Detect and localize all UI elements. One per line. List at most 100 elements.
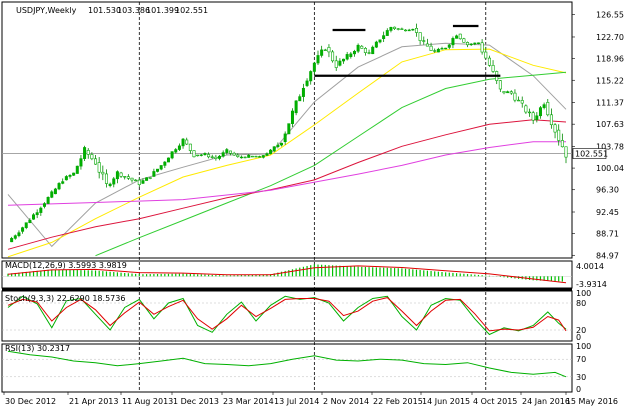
candle-body — [232, 152, 236, 156]
candle-body — [188, 143, 192, 151]
candle-body — [466, 42, 470, 46]
candle-body — [393, 26, 397, 29]
candle-body — [553, 124, 557, 133]
current-price-label: 102.551 — [575, 150, 608, 159]
candle-body — [469, 43, 473, 46]
candle-body — [429, 45, 433, 51]
candle-body — [455, 35, 459, 39]
candle-body — [352, 50, 356, 55]
annotation-lines — [314, 24, 501, 77]
candle-body — [331, 51, 335, 62]
candle-body — [170, 151, 174, 159]
price-tick-label: 107.63 — [596, 120, 624, 129]
rsi-tick-label: 100 — [576, 342, 591, 351]
candle-body — [166, 157, 170, 163]
candle-body — [363, 48, 367, 53]
candle-body — [218, 155, 222, 159]
candle-body — [185, 139, 189, 145]
candle-body — [316, 55, 320, 64]
chart-canvas: 126.55122.70118.96115.22111.37107.63103.… — [1, 1, 624, 406]
candle-body — [433, 50, 437, 52]
candle-body — [349, 53, 353, 57]
candle-body — [228, 150, 232, 154]
candle-body — [210, 156, 214, 158]
candle-body — [535, 115, 539, 121]
candle-body — [396, 28, 400, 30]
price-tick-label: 111.37 — [596, 99, 624, 108]
candle-body — [64, 176, 68, 181]
candle-body — [53, 188, 57, 195]
candle-body — [42, 203, 46, 207]
candle-body — [280, 142, 284, 146]
candle-body — [345, 54, 349, 60]
candle-body — [214, 156, 218, 159]
candle-body — [411, 28, 415, 31]
candle-body — [506, 91, 510, 94]
candle-body — [517, 99, 521, 102]
candle-body — [287, 123, 291, 135]
candle-body — [436, 48, 440, 53]
candle-body — [473, 42, 477, 45]
candle-body — [484, 51, 488, 59]
candle-body — [32, 214, 36, 220]
panel-frames — [1, 1, 573, 393]
chart-root: 126.55 122.70 118.96 115.22 111.37 107.63 103.… — [0, 0, 640, 412]
rsi-line — [7, 350, 567, 378]
price-tick-label: 88.71 — [596, 230, 619, 239]
candle-body — [130, 177, 134, 181]
moving-average-line — [7, 119, 567, 250]
rsi-panel-frame — [1, 343, 573, 393]
candle-body — [538, 107, 542, 117]
time-tick-label: 1 Dec 2013 — [173, 397, 219, 406]
price-tick-label: 96.30 — [596, 186, 619, 195]
candle-body — [163, 161, 167, 166]
candle-body — [152, 171, 156, 177]
candle-body — [309, 71, 313, 82]
candle-body — [83, 147, 87, 159]
candle-body — [108, 183, 112, 186]
price-tick-label: 100.04 — [596, 164, 624, 173]
price-tick-label: 92.45 — [596, 208, 619, 217]
candle-body — [21, 227, 25, 232]
chart-header: USDJPY,Weekly 101.530 103.386 101.399 10… — [16, 6, 208, 15]
candle-body — [123, 176, 127, 178]
candle-body — [261, 155, 265, 158]
candle-body — [447, 44, 451, 48]
candle-body — [298, 96, 302, 102]
candle-body — [480, 42, 484, 53]
candle-body — [458, 33, 462, 40]
macd-tick-label: -3.9314 — [576, 280, 607, 289]
candle-body — [400, 28, 404, 30]
candle-body — [404, 29, 408, 32]
candle-body — [174, 149, 178, 153]
candle-body — [283, 133, 287, 143]
candle-body — [141, 180, 145, 184]
candle-body — [254, 155, 258, 158]
close-value: 102.551 — [175, 6, 208, 15]
time-tick-label: 14 Jun 2015 — [422, 397, 470, 406]
time-tick-label: 30 Dec 2012 — [5, 397, 56, 406]
price-panel-frame — [1, 1, 573, 259]
candle-body — [46, 197, 50, 204]
candle-body — [531, 112, 535, 121]
candle-body — [305, 80, 309, 86]
candle-body — [24, 222, 28, 228]
candle-body — [509, 91, 513, 94]
moving-average-line — [7, 42, 567, 248]
candle-body — [221, 152, 225, 157]
price-tick-label: 115.22 — [596, 76, 624, 85]
time-tick-label: 21 Apr 2013 — [69, 397, 118, 406]
candle-body — [137, 179, 141, 186]
candle-body — [422, 40, 426, 42]
candle-body — [177, 145, 181, 150]
candle-body — [247, 154, 251, 158]
stochastic-tick-label: 100 — [576, 289, 591, 298]
candle-body — [414, 28, 418, 33]
time-tick-label: 23 Mar 2014 — [223, 397, 274, 406]
candle-body — [546, 102, 550, 116]
candle-body — [320, 49, 324, 56]
candle-body — [207, 154, 211, 158]
price-tick-label: 118.96 — [596, 55, 624, 64]
candle-body — [101, 171, 105, 175]
candle-body — [145, 177, 149, 181]
